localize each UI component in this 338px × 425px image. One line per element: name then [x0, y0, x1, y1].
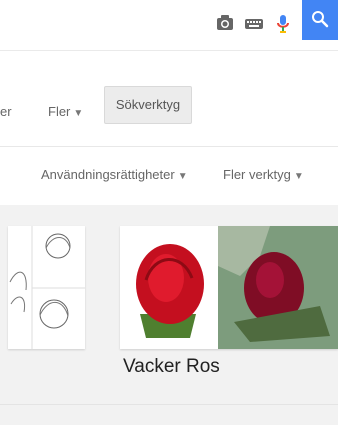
search-icon [312, 11, 329, 28]
tab-more-label: Fler [48, 104, 71, 119]
mic-icon[interactable] [272, 12, 294, 34]
tab-more[interactable]: Fler ▼ [48, 104, 83, 119]
tab-partial[interactable]: er [0, 104, 12, 119]
result-title[interactable]: Vacker Ros [123, 356, 220, 378]
more-tools-dropdown[interactable]: Fler verktyg ▼ [223, 167, 304, 182]
search-button[interactable] [302, 0, 338, 40]
usage-rights-dropdown[interactable]: Användningsrättigheter ▼ [41, 167, 188, 182]
chevron-down-icon: ▼ [293, 171, 304, 182]
usage-rights-label: Användningsrättigheter [41, 167, 175, 182]
image-result-roses[interactable] [120, 226, 338, 349]
tools-row: Användningsrättigheter ▼ Fler verktyg ▼ [0, 147, 338, 205]
image-result-sketch[interactable] [8, 226, 85, 349]
chevron-down-icon: ▼ [177, 171, 188, 182]
search-header [0, 0, 338, 51]
search-tools-label: Sökverktyg [115, 97, 181, 112]
camera-icon[interactable] [214, 12, 236, 34]
keyboard-icon[interactable] [243, 12, 265, 34]
chevron-down-icon: ▼ [73, 108, 84, 119]
search-tools-button[interactable]: Sökverktyg [104, 86, 192, 124]
more-tools-label: Fler verktyg [223, 167, 291, 182]
divider [0, 404, 338, 405]
